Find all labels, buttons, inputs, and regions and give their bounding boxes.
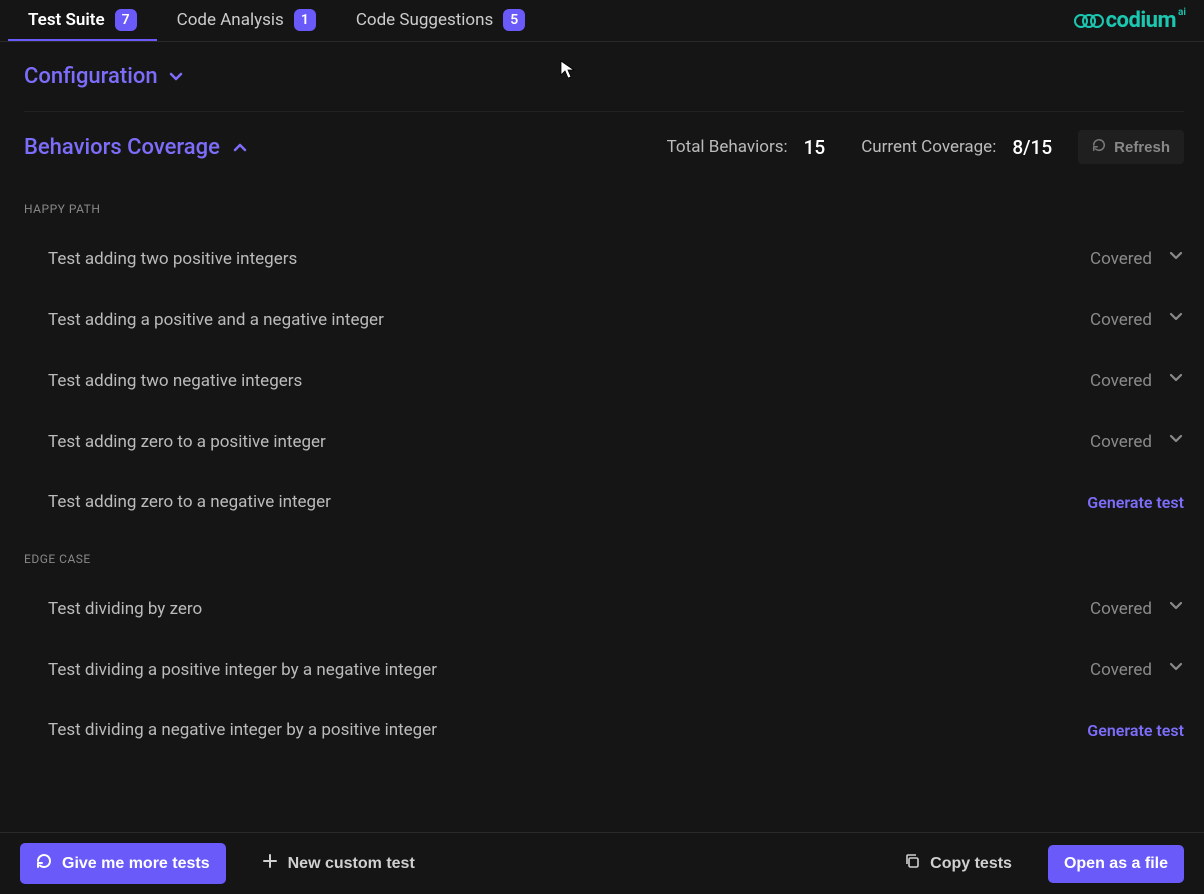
covered-label: Covered	[1090, 432, 1152, 452]
behavior-name: Test dividing a positive integer by a ne…	[48, 660, 437, 680]
refresh-button[interactable]: Refresh	[1078, 130, 1184, 164]
covered-chip[interactable]: Covered	[1090, 431, 1184, 452]
logo-suffix: ai	[1178, 7, 1186, 18]
tab-badge: 5	[503, 9, 525, 31]
current-coverage-label: Current Coverage:	[861, 137, 996, 157]
covered-label: Covered	[1090, 310, 1152, 330]
tab-label: Code Suggestions	[356, 10, 493, 30]
configuration-header[interactable]: Configuration	[24, 42, 1184, 112]
behavior-row[interactable]: Test dividing by zero Covered	[24, 578, 1184, 639]
covered-chip[interactable]: Covered	[1090, 598, 1184, 619]
chevron-down-icon	[1168, 309, 1184, 330]
footer-bar: Give me more tests New custom test Copy …	[0, 832, 1204, 894]
covered-chip[interactable]: Covered	[1090, 659, 1184, 680]
refresh-icon	[36, 853, 52, 874]
chevron-down-icon	[1168, 659, 1184, 680]
chevron-down-icon	[1168, 431, 1184, 452]
new-custom-test-button[interactable]: New custom test	[246, 843, 431, 884]
button-label: Open as a file	[1064, 855, 1168, 873]
button-label: Copy tests	[930, 855, 1012, 873]
chevron-down-icon	[1168, 598, 1184, 619]
behavior-name: Test adding two positive integers	[48, 249, 297, 269]
codium-logo: codiumai	[1074, 8, 1186, 33]
behavior-row[interactable]: Test adding zero to a negative integer Ge…	[24, 472, 1184, 532]
chevron-up-icon	[232, 139, 248, 155]
button-label: Give me more tests	[62, 855, 210, 873]
behaviors-toggle[interactable]: Behaviors Coverage	[24, 135, 248, 160]
give-more-tests-button[interactable]: Give me more tests	[20, 843, 226, 884]
chevron-down-icon	[1168, 248, 1184, 269]
behaviors-title: Behaviors Coverage	[24, 135, 220, 160]
behavior-name: Test adding zero to a negative integer	[48, 492, 331, 512]
behaviors-header: Behaviors Coverage Total Behaviors: 15 C…	[24, 112, 1184, 182]
behavior-row[interactable]: Test dividing a negative integer by a po…	[24, 700, 1184, 760]
chevron-down-icon	[1168, 370, 1184, 391]
tab-test-suite[interactable]: Test Suite 7	[8, 0, 157, 41]
behavior-name: Test dividing a negative integer by a po…	[48, 720, 437, 740]
configuration-title: Configuration	[24, 64, 158, 89]
covered-chip[interactable]: Covered	[1090, 370, 1184, 391]
plus-icon	[262, 853, 278, 874]
total-behaviors-value: 15	[804, 136, 826, 159]
copy-icon	[904, 853, 920, 874]
behavior-name: Test dividing by zero	[48, 599, 202, 619]
covered-label: Covered	[1090, 660, 1152, 680]
copy-tests-button[interactable]: Copy tests	[888, 843, 1028, 884]
covered-label: Covered	[1090, 371, 1152, 391]
logo-icon	[1074, 14, 1104, 28]
behavior-row[interactable]: Test adding zero to a positive integer Co…	[24, 411, 1184, 472]
covered-chip[interactable]: Covered	[1090, 248, 1184, 269]
behavior-row[interactable]: Test adding two positive integers Covered	[24, 228, 1184, 289]
section-heading: EDGE CASE	[24, 552, 1184, 566]
behavior-row[interactable]: Test adding a positive and a negative in…	[24, 289, 1184, 350]
tab-label: Test Suite	[28, 10, 105, 30]
refresh-icon	[1092, 138, 1106, 156]
open-as-file-button[interactable]: Open as a file	[1048, 845, 1184, 883]
behavior-row[interactable]: Test adding two negative integers Covered	[24, 350, 1184, 411]
section-heading: HAPPY PATH	[24, 202, 1184, 216]
tab-code-suggestions[interactable]: Code Suggestions 5	[336, 0, 545, 41]
main-panel: Configuration Behaviors Coverage Total B…	[0, 42, 1204, 832]
covered-label: Covered	[1090, 599, 1152, 619]
behavior-row[interactable]: Test dividing a positive integer by a ne…	[24, 639, 1184, 700]
generate-test-link[interactable]: Generate test	[1087, 721, 1184, 740]
behavior-name: Test adding zero to a positive integer	[48, 432, 326, 452]
current-coverage-value: 8/15	[1012, 136, 1052, 159]
tab-code-analysis[interactable]: Code Analysis 1	[157, 0, 336, 41]
refresh-label: Refresh	[1114, 139, 1170, 156]
tab-bar: Test Suite 7 Code Analysis 1 Code Sugges…	[0, 0, 1204, 42]
covered-label: Covered	[1090, 249, 1152, 269]
chevron-down-icon	[168, 69, 184, 85]
tab-badge: 7	[115, 9, 137, 31]
generate-test-link[interactable]: Generate test	[1087, 493, 1184, 512]
total-behaviors-label: Total Behaviors:	[667, 137, 788, 157]
button-label: New custom test	[288, 855, 415, 873]
covered-chip[interactable]: Covered	[1090, 309, 1184, 330]
tab-label: Code Analysis	[177, 10, 284, 30]
behavior-name: Test adding two negative integers	[48, 371, 302, 391]
logo-text: codium	[1106, 8, 1176, 33]
behavior-name: Test adding a positive and a negative in…	[48, 310, 384, 330]
tab-badge: 1	[294, 9, 316, 31]
